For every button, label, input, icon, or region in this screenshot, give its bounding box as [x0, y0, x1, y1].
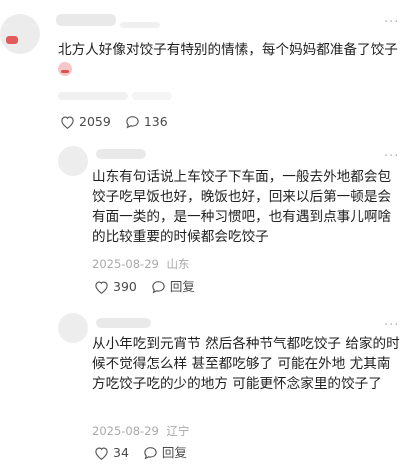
like-button[interactable]: 2059: [60, 114, 111, 130]
comment-date: 2025-08-29: [92, 424, 159, 438]
comment-text: 从小年吃到元宵节 然后各种节气都吃饺子 给家的时候不觉得怎么样 甚至都吃够了 可…: [92, 336, 400, 392]
comment-date: 2025-08-29: [92, 257, 159, 271]
comment-bubble-icon: [126, 116, 139, 129]
heart-icon: [95, 447, 108, 460]
like-button[interactable]: 34: [94, 445, 129, 461]
like-button[interactable]: 390: [94, 279, 137, 295]
comment-actions: 2059 136: [60, 114, 182, 130]
more-options-icon[interactable]: ···: [384, 16, 399, 29]
meta-placeholder: [132, 92, 172, 100]
username-placeholder[interactable]: [96, 318, 151, 328]
like-count: 2059: [79, 114, 111, 129]
more-options-icon[interactable]: ···: [384, 319, 399, 332]
comment-text: 山东有句话说上车饺子下车面，一般去外地都会包饺子吃早饭也好，晚饭也好，回来以后第…: [92, 169, 392, 245]
avatar[interactable]: [58, 313, 88, 343]
reply-button[interactable]: 回复: [143, 445, 187, 461]
avatar[interactable]: [0, 14, 40, 54]
username-placeholder[interactable]: [96, 149, 146, 159]
comment-meta: 2025-08-29 辽宁: [92, 424, 190, 438]
comment-location: 辽宁: [166, 424, 190, 438]
heart-icon: [95, 281, 108, 294]
like-count: 390: [113, 279, 137, 294]
comment-actions: 34 回复: [94, 445, 201, 461]
comment-location: 山东: [166, 257, 190, 271]
heart-icon: [61, 116, 74, 129]
sad-face-emoji-icon: [58, 62, 72, 76]
reply-button[interactable]: 136: [125, 114, 168, 130]
username-placeholder[interactable]: [56, 14, 116, 26]
avatar-badge: [6, 36, 18, 44]
avatar[interactable]: [58, 146, 88, 176]
reply-label: 回复: [161, 445, 187, 460]
username-placeholder: [120, 22, 160, 28]
comment-bubble-icon: [152, 281, 165, 294]
like-count: 34: [113, 445, 129, 460]
reply-button[interactable]: 回复: [151, 279, 195, 295]
comment-actions: 390 回复: [94, 279, 209, 295]
comment-bubble-icon: [144, 447, 157, 460]
comment-meta: 2025-08-29 山东: [92, 257, 190, 271]
reply-label: 回复: [169, 279, 195, 294]
reply-count: 136: [143, 114, 168, 129]
comment-text: 北方人好像对饺子有特别的情愫，每个妈妈都准备了饺子: [58, 40, 403, 80]
more-options-icon[interactable]: ···: [384, 150, 399, 163]
meta-placeholder: [58, 92, 128, 100]
